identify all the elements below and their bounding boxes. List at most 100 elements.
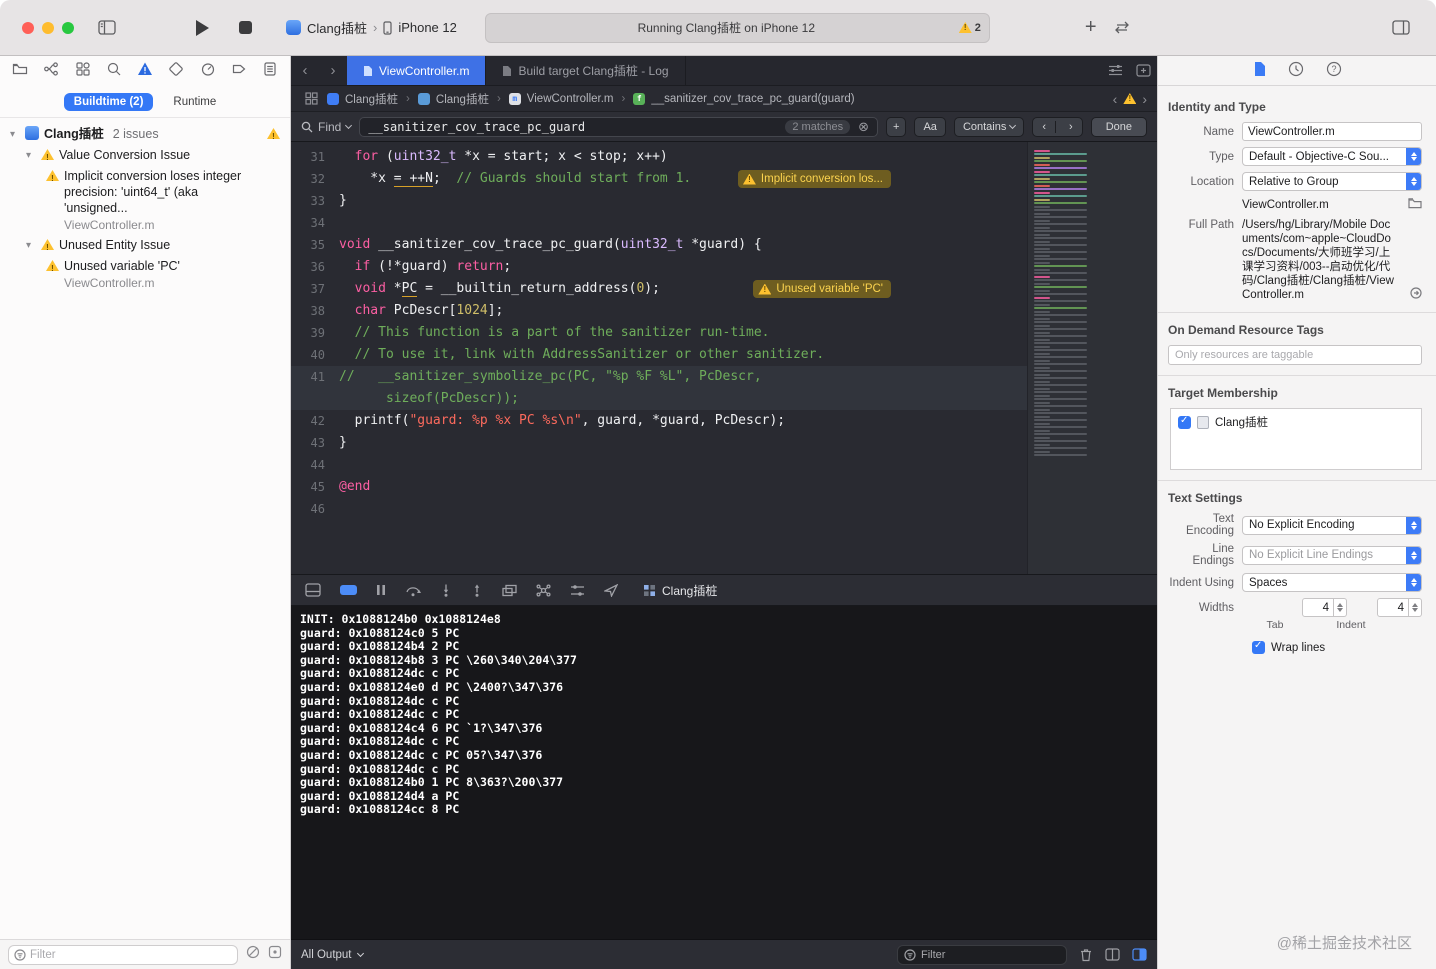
code-line[interactable]: 39 // This function is a part of the san… <box>291 322 1027 344</box>
step-out-icon[interactable] <box>471 584 483 597</box>
tab-buildtime[interactable]: Buildtime (2) <box>63 92 154 111</box>
toggle-console-pane-icon[interactable] <box>1132 948 1147 961</box>
code-line[interactable]: 41// __sanitizer_symbolize_pc(PC, "%p %F… <box>291 366 1027 388</box>
step-into-icon[interactable] <box>440 584 452 597</box>
all-output-selector[interactable]: All Output <box>301 949 364 961</box>
minimize-window-button[interactable] <box>42 21 54 34</box>
wrap-lines-row[interactable]: Wrap lines <box>1252 640 1422 654</box>
navigator-filter-field[interactable] <box>8 944 238 965</box>
code-editor[interactable]: 31 for (uint32_t *x = start; x < stop; x… <box>291 142 1157 574</box>
code-line[interactable]: 42 printf("guard: %p %x PC %s\n", guard,… <box>291 410 1027 432</box>
back-icon[interactable]: ‹ <box>291 56 319 85</box>
zoom-window-button[interactable] <box>62 21 74 34</box>
issue-root-row[interactable]: ▾ Clang插桩 2 issues <box>0 124 290 145</box>
previous-issue-icon[interactable]: ‹ <box>1113 91 1118 107</box>
memory-graph-icon[interactable] <box>536 583 551 597</box>
next-issue-icon[interactable]: › <box>1142 91 1147 107</box>
target-membership-row[interactable]: Clang插桩 <box>1178 414 1414 430</box>
forward-icon[interactable]: › <box>319 56 347 85</box>
issue-group-row[interactable]: ▾Value Conversion Issue <box>0 145 290 166</box>
location-dropdown[interactable]: Relative to Group <box>1242 172 1422 191</box>
show-errors-only-icon[interactable] <box>246 945 260 964</box>
file-inspector-icon[interactable] <box>1253 61 1266 80</box>
line-number[interactable]: 39 <box>291 322 339 344</box>
editor-tab[interactable]: ViewController.m <box>347 56 487 85</box>
tab-width-stepper[interactable]: 4 <box>1302 598 1347 617</box>
clear-console-icon[interactable] <box>1079 948 1093 962</box>
issue-row[interactable]: Unused variable 'PC'ViewController.m <box>0 256 290 293</box>
code-line[interactable]: 31 for (uint32_t *x = start; x < stop; x… <box>291 146 1027 168</box>
code-line[interactable]: 40 // To use it, link with AddressSaniti… <box>291 344 1027 366</box>
match-case-button[interactable]: Aa <box>914 116 946 137</box>
hide-debug-area-icon[interactable] <box>305 583 321 597</box>
find-query[interactable]: __sanitizer_cov_trace_pc_guard <box>368 120 777 134</box>
console-filter-field[interactable] <box>897 944 1067 965</box>
indent-width-stepper[interactable]: 4 <box>1377 598 1422 617</box>
line-number[interactable]: 43 <box>291 432 339 454</box>
line-number[interactable]: 36 <box>291 256 339 278</box>
line-number[interactable]: 35 <box>291 234 339 256</box>
activity-viewer[interactable]: Running Clang插桩 on iPhone 12 2 <box>484 12 990 43</box>
issue-navigator-icon[interactable] <box>137 61 153 82</box>
breadcrumb-item[interactable]: Clang插桩 <box>436 91 489 107</box>
target-checkbox[interactable] <box>1178 415 1191 429</box>
warning-annotation[interactable]: Unused variable 'PC' <box>753 280 891 298</box>
report-navigator-icon[interactable] <box>262 61 278 82</box>
find-input-field[interactable]: __sanitizer_cov_trace_pc_guard 2 matches… <box>359 116 879 137</box>
disclosure-icon[interactable]: ▾ <box>10 127 20 143</box>
pause-icon[interactable] <box>376 584 386 596</box>
editor-options-icon[interactable] <box>1101 56 1129 85</box>
line-number[interactable]: 34 <box>291 212 339 234</box>
line-number[interactable]: 31 <box>291 146 339 168</box>
code-line[interactable]: sizeof(PcDescr)); <box>291 388 1027 410</box>
scheme-name[interactable]: Clang插桩 <box>307 18 367 37</box>
line-number[interactable]: 44 <box>291 454 339 476</box>
test-navigator-icon[interactable] <box>168 61 184 82</box>
console-filter-input[interactable] <box>921 948 1060 961</box>
toggle-variables-view-icon[interactable] <box>1105 948 1120 961</box>
disclosure-icon[interactable]: ▾ <box>26 238 36 254</box>
code-line[interactable]: 38 char PcDescr[1024]; <box>291 300 1027 322</box>
line-number[interactable]: 38 <box>291 300 339 322</box>
navigator-filter-input[interactable] <box>30 948 232 961</box>
environment-overrides-icon[interactable] <box>570 584 585 597</box>
tab-runtime[interactable]: Runtime <box>163 93 226 111</box>
folder-icon[interactable] <box>1408 197 1422 212</box>
warning-annotation[interactable]: Implicit conversion los... <box>737 170 891 188</box>
line-number[interactable]: 37 <box>291 278 339 300</box>
editor-swap-icon[interactable] <box>1113 21 1131 34</box>
add-find-option-button[interactable]: + <box>886 116 907 137</box>
code-line[interactable]: 36 if (!*guard) return; <box>291 256 1027 278</box>
odr-tags-field[interactable] <box>1168 345 1422 365</box>
done-button[interactable]: Done <box>1090 116 1147 137</box>
debug-view-hierarchy-icon[interactable] <box>502 584 517 597</box>
issue-group-row[interactable]: ▾Unused Entity Issue <box>0 235 290 256</box>
run-button[interactable] <box>196 19 209 36</box>
line-number[interactable]: 33 <box>291 190 339 212</box>
line-endings-dropdown[interactable]: No Explicit Line Endings <box>1242 545 1422 565</box>
indent-using-dropdown[interactable]: Spaces <box>1242 573 1422 592</box>
find-next-button[interactable]: › <box>1060 121 1082 133</box>
wrap-lines-checkbox[interactable] <box>1252 640 1265 654</box>
debug-navigator-icon[interactable] <box>200 61 216 82</box>
find-navigator-icon[interactable] <box>106 61 122 82</box>
match-mode-dropdown[interactable]: Contains <box>953 116 1025 137</box>
project-navigator-icon[interactable] <box>12 61 28 82</box>
breadcrumb-item[interactable]: __sanitizer_cov_trace_pc_guard(guard) <box>651 93 854 105</box>
find-mode-selector[interactable]: Find <box>301 120 353 134</box>
symbol-navigator-icon[interactable] <box>75 61 91 82</box>
find-previous-button[interactable]: ‹ <box>1033 120 1057 133</box>
breakpoint-navigator-icon[interactable] <box>231 61 247 82</box>
device-name[interactable]: iPhone 12 <box>398 20 457 35</box>
process-chip[interactable]: Clang插桩 <box>643 582 717 599</box>
line-number[interactable]: 46 <box>291 498 339 520</box>
name-field[interactable] <box>1242 122 1422 141</box>
code-line[interactable]: 37 void *PC = __builtin_return_address(0… <box>291 278 1027 300</box>
code-line[interactable]: 44 <box>291 454 1027 476</box>
code-line[interactable]: 33} <box>291 190 1027 212</box>
close-window-button[interactable] <box>22 21 34 34</box>
show-recent-only-icon[interactable] <box>268 945 282 964</box>
console-output[interactable]: INIT: 0x1088124b0 0x1088124e8 guard: 0x10… <box>291 606 1157 939</box>
line-number[interactable]: 32 <box>291 168 339 190</box>
add-editor-icon[interactable] <box>1129 56 1157 85</box>
